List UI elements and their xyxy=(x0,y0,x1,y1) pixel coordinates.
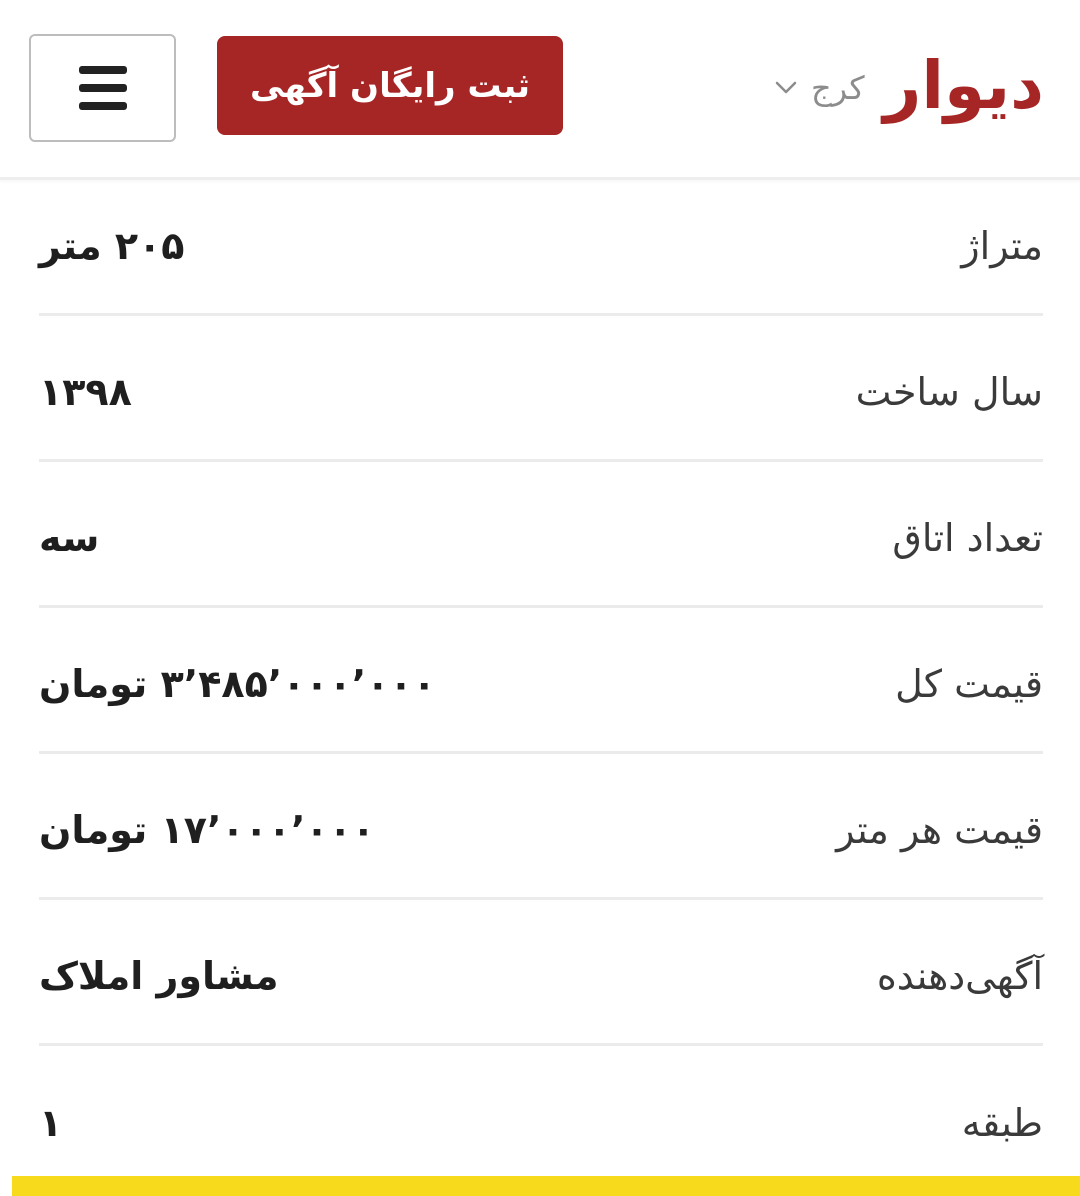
divar-logo[interactable]: دیوار xyxy=(883,38,1046,134)
ad-details-list: متراژ ۲۰۵ متر سال ساخت ۱۳۹۸ تعداد اتاق س… xyxy=(39,170,1043,1192)
detail-value: ۱۳۹۸ xyxy=(39,369,132,414)
detail-label: سال ساخت xyxy=(855,369,1043,414)
hamburger-menu-icon xyxy=(78,66,127,74)
top-header: ثبت رایگان آگهی کرج دیوار xyxy=(0,0,1080,180)
detail-value: ۲۰۵ متر xyxy=(39,223,185,268)
detail-value: سه xyxy=(39,515,100,560)
detail-label: طبقه xyxy=(961,1101,1043,1145)
detail-label: تعداد اتاق xyxy=(892,515,1043,560)
hamburger-menu-icon-bar xyxy=(78,84,127,92)
detail-label: قیمت هر متر xyxy=(836,807,1043,852)
detail-row-area: متراژ ۲۰۵ متر xyxy=(39,170,1043,316)
detail-row-rooms: تعداد اتاق سه xyxy=(39,462,1043,608)
detail-value: ۳٬۴۸۵٬۰۰۰٬۰۰۰ تومان xyxy=(39,661,436,706)
detail-row-price-per-meter: قیمت هر متر ۱۷٬۰۰۰٬۰۰۰ تومان xyxy=(39,754,1043,900)
detail-row-advertiser: آگهی‌دهنده مشاور املاک xyxy=(39,900,1043,1046)
detail-label: آگهی‌دهنده xyxy=(876,953,1043,998)
detail-label: قیمت کل xyxy=(895,661,1043,706)
detail-row-build-year: سال ساخت ۱۳۹۸ xyxy=(39,316,1043,462)
menu-button[interactable] xyxy=(29,34,176,142)
chevron-down-icon xyxy=(775,81,797,95)
city-selector[interactable]: کرج xyxy=(775,62,865,114)
detail-label: متراژ xyxy=(961,223,1043,268)
bottom-yellow-bar[interactable] xyxy=(12,1176,1080,1196)
detail-row-floor: طبقه ۱ xyxy=(39,1046,1043,1192)
detail-value: مشاور املاک xyxy=(39,953,279,998)
hamburger-menu-icon-bar xyxy=(78,102,127,110)
detail-value: ۱۷٬۰۰۰٬۰۰۰ تومان xyxy=(39,807,375,852)
detail-value: ۱ xyxy=(39,1101,63,1145)
city-name: کرج xyxy=(811,69,865,107)
post-free-ad-button[interactable]: ثبت رایگان آگهی xyxy=(217,36,563,135)
detail-row-total-price: قیمت کل ۳٬۴۸۵٬۰۰۰٬۰۰۰ تومان xyxy=(39,608,1043,754)
